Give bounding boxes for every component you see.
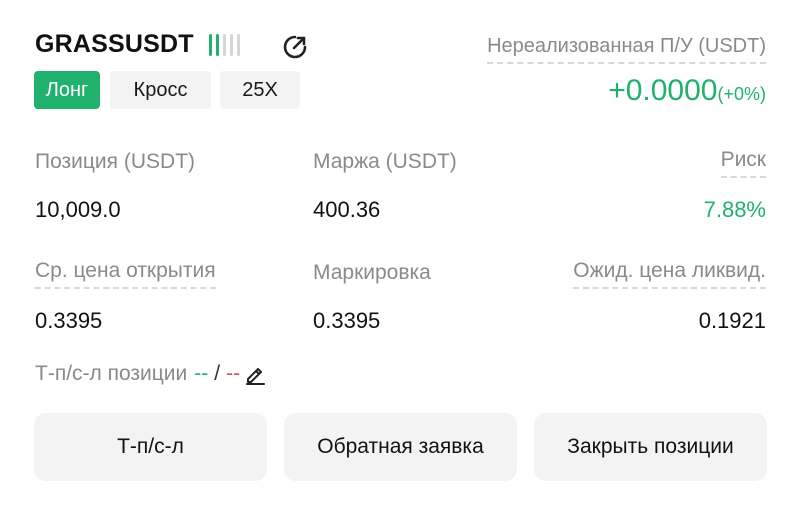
- risk-label[interactable]: Риск: [720, 148, 766, 178]
- signal-bar: [209, 34, 212, 56]
- signal-bar: [223, 34, 226, 56]
- margin-value: 400.36: [313, 197, 381, 222]
- signal-bar: [216, 34, 219, 56]
- margin-label: Маржа (USDT): [313, 150, 457, 173]
- signal-bar: [237, 34, 240, 56]
- edit-pencil-icon[interactable]: [244, 363, 266, 385]
- tpsl-label: Т-п/с-л позиции: [35, 362, 188, 385]
- position-value: 10,009.0: [35, 197, 121, 222]
- avg-entry-price-value: 0.3395: [35, 308, 103, 333]
- mark-price-value: 0.3395: [313, 308, 381, 333]
- leverage-badge[interactable]: 25X: [220, 71, 300, 109]
- margin-mode-badge[interactable]: Кросс: [110, 71, 211, 109]
- close-position-button[interactable]: Закрыть позиции: [534, 413, 767, 481]
- position-label: Позиция (USDT): [35, 150, 196, 173]
- side-badge: Лонг: [34, 71, 100, 109]
- est-liq-price-value: 0.1921: [698, 308, 766, 333]
- unrealized-pnl-value: +0.0000(+0%): [608, 74, 766, 108]
- take-profit-value: --: [194, 362, 209, 385]
- est-liq-price-label[interactable]: Ожид. цена ликвид.: [573, 259, 766, 289]
- unrealized-pnl-amount: +0.0000: [608, 74, 718, 107]
- symbol-title[interactable]: GRASSUSDT: [35, 30, 194, 59]
- tpsl-button[interactable]: Т-п/с-л: [34, 413, 267, 481]
- unrealized-pnl-label[interactable]: Нереализованная П/У (USDT): [487, 35, 766, 64]
- mark-price-label: Маркировка: [313, 261, 431, 284]
- avg-entry-price-label[interactable]: Ср. цена открытия: [35, 259, 216, 289]
- signal-bars-icon: [209, 33, 240, 57]
- position-tpsl-row: Т-п/с-л позиции -- / --: [35, 362, 266, 386]
- share-icon[interactable]: [281, 33, 309, 61]
- stop-loss-value: --: [226, 362, 241, 385]
- unrealized-pnl-percent: (+0%): [717, 84, 766, 104]
- signal-bar: [230, 34, 233, 56]
- reverse-order-button[interactable]: Обратная заявка: [284, 413, 517, 481]
- tpsl-separator: /: [214, 362, 221, 385]
- risk-value: 7.88%: [703, 197, 766, 222]
